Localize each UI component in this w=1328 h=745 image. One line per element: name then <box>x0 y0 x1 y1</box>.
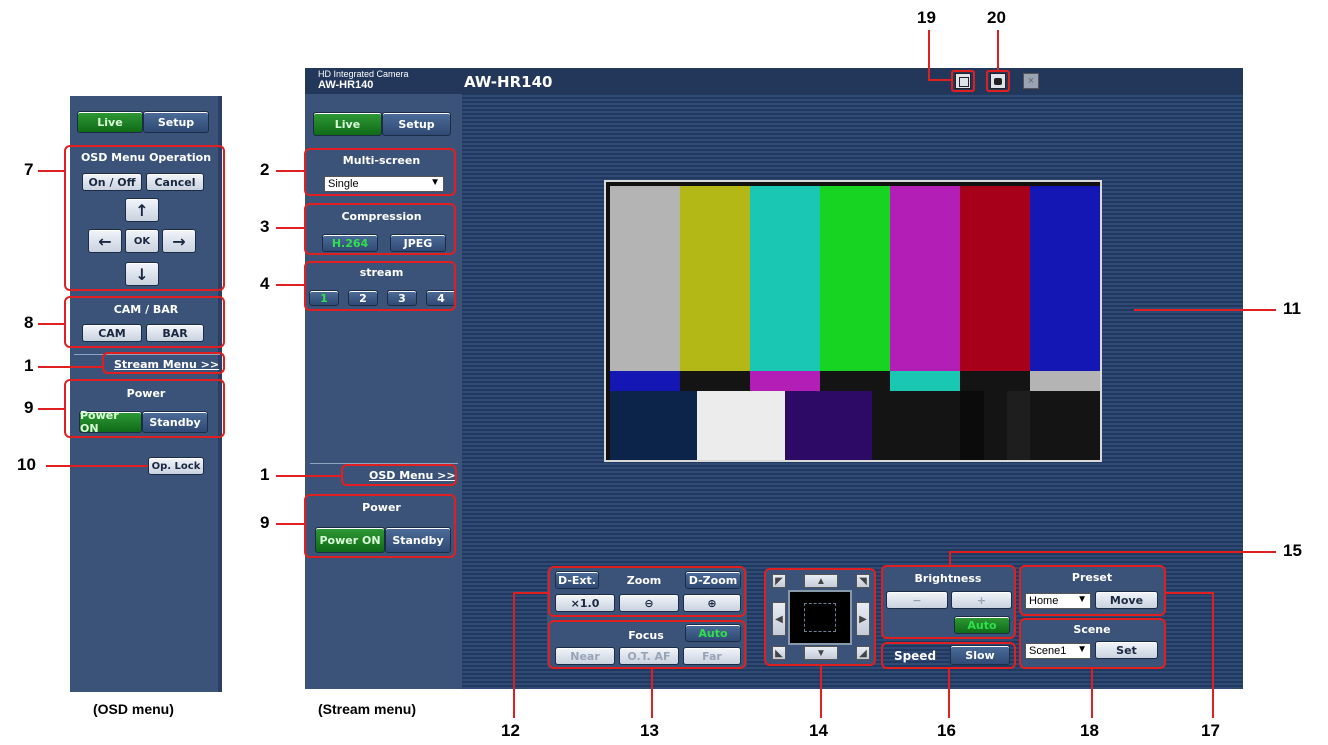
setup-tab-stream[interactable]: Setup <box>382 112 451 136</box>
leader-line <box>513 592 548 594</box>
leader-line <box>46 465 148 467</box>
header-bar <box>305 68 1243 94</box>
color-bar <box>680 371 750 391</box>
callout-number-13: 13 <box>640 721 659 740</box>
leader-line <box>276 284 304 286</box>
callout-number-1: 1 <box>260 465 270 484</box>
color-bar <box>1030 371 1100 391</box>
callout-number-12: 12 <box>501 721 520 740</box>
callout-number-8: 8 <box>24 313 34 332</box>
setup-tab[interactable]: Setup <box>143 111 209 133</box>
callout-box-full-screen <box>951 70 975 92</box>
color-bar <box>750 186 820 371</box>
leader-line <box>513 592 515 718</box>
callout-box-stream-menu-link <box>102 352 225 374</box>
callout-box-cam-bar <box>64 296 225 348</box>
callout-number-7: 7 <box>24 160 34 179</box>
callout-number-4: 4 <box>260 274 270 293</box>
leader-line <box>38 323 64 325</box>
leader-line <box>928 30 930 81</box>
hd-camera-label: HD Integrated Camera <box>318 69 409 79</box>
callout-number-11: 11 <box>1283 299 1301 318</box>
callout-box-multiscreen <box>304 148 456 196</box>
color-bar <box>820 371 890 391</box>
callout-number-17: 17 <box>1201 721 1220 740</box>
callout-number-9: 9 <box>260 513 270 532</box>
callout-number-14: 14 <box>809 721 828 740</box>
callout-box-speed <box>881 642 1016 669</box>
callout-box-compression <box>304 203 456 255</box>
color-bar <box>960 186 1030 371</box>
callout-number-1: 1 <box>24 356 34 375</box>
color-bar <box>697 391 785 460</box>
callout-number-9: 9 <box>24 398 34 417</box>
color-bar <box>890 371 960 391</box>
leader-line <box>997 30 999 70</box>
color-bar <box>984 391 1007 460</box>
callout-box-power-osd <box>64 379 225 438</box>
osd-menu-caption: (OSD menu) <box>93 701 174 717</box>
callout-box-brightness <box>881 565 1016 639</box>
leader-line <box>949 551 951 565</box>
leader-line <box>1212 592 1214 718</box>
leader-line <box>1134 309 1276 311</box>
callout-box-stream <box>304 261 456 311</box>
color-bar <box>610 391 697 460</box>
leader-line <box>276 170 304 172</box>
live-tab[interactable]: Live <box>77 111 143 133</box>
leader-line <box>928 79 951 81</box>
color-bar <box>750 371 820 391</box>
callout-number-20: 20 <box>987 8 1006 27</box>
leader-line <box>948 669 950 718</box>
leader-line <box>820 666 822 718</box>
color-bar <box>960 371 1030 391</box>
callout-number-10: 10 <box>17 455 36 474</box>
leader-line <box>651 669 653 718</box>
color-bar <box>960 391 984 460</box>
model-small-label: AW-HR140 <box>318 79 374 91</box>
callout-box-snapshot <box>986 70 1010 92</box>
callout-number-18: 18 <box>1080 721 1099 740</box>
leader-line <box>276 475 341 477</box>
color-bar <box>1030 391 1100 460</box>
leader-line <box>1091 669 1093 718</box>
live-tab-stream[interactable]: Live <box>313 112 382 136</box>
leader-line <box>1166 592 1214 594</box>
leader-line <box>276 523 304 525</box>
color-bar <box>820 186 890 371</box>
leader-line <box>949 551 1276 553</box>
callout-box-ptz <box>764 568 876 666</box>
leader-line <box>38 408 64 410</box>
color-bar <box>680 186 750 371</box>
callout-number-3: 3 <box>260 217 270 236</box>
leader-line <box>276 227 304 229</box>
callout-box-focus <box>548 620 746 669</box>
leader-line <box>38 366 102 368</box>
callout-box-osd-operation <box>64 145 225 291</box>
color-bar <box>1007 391 1030 460</box>
callout-box-power-stream <box>304 494 456 558</box>
callout-box-osd-menu-link <box>341 464 457 486</box>
color-bar <box>1030 186 1100 371</box>
op-lock-button[interactable]: Op. Lock <box>148 457 204 475</box>
color-bar <box>610 371 680 391</box>
callout-box-zoom <box>548 566 746 617</box>
callout-box-preset <box>1019 565 1166 616</box>
audio-mute-icon[interactable]: × <box>1023 73 1039 89</box>
color-bar <box>872 391 960 460</box>
color-bar <box>785 391 872 460</box>
color-bar <box>610 186 680 371</box>
callout-number-2: 2 <box>260 160 270 179</box>
leader-line <box>38 170 64 172</box>
callout-box-scene <box>1019 618 1166 669</box>
callout-number-16: 16 <box>937 721 956 740</box>
color-bar <box>890 186 960 371</box>
callout-number-19: 19 <box>917 8 936 27</box>
live-video-image <box>604 180 1102 462</box>
callout-number-15: 15 <box>1283 541 1302 560</box>
stream-menu-caption: (Stream menu) <box>318 701 417 717</box>
model-title: AW-HR140 <box>464 73 553 91</box>
